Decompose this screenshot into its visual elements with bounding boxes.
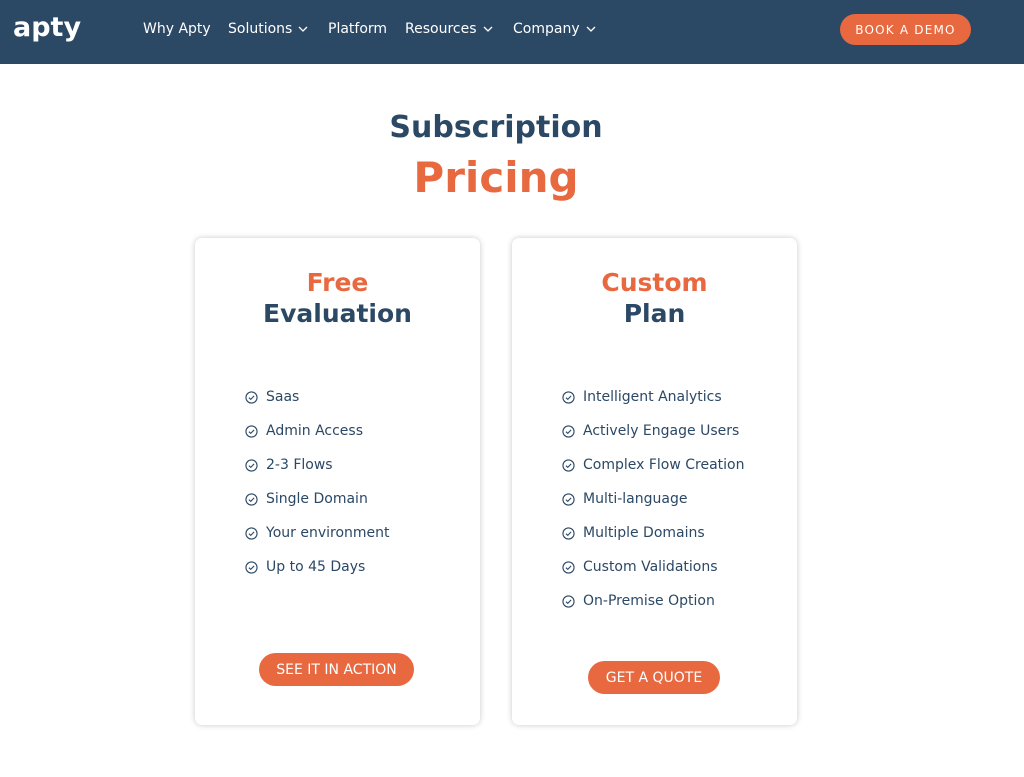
feature-label: 2-3 Flows bbox=[266, 457, 333, 473]
feature-item: On-Premise Option bbox=[562, 584, 745, 618]
section-title-accent: Pricing bbox=[413, 153, 579, 202]
feature-item: Complex Flow Creation bbox=[562, 448, 745, 482]
nav-item-label: Solutions bbox=[228, 21, 293, 37]
check-circle-icon bbox=[245, 492, 258, 506]
top-navigation-bar: apty Why Apty Solutions Platform Resourc… bbox=[0, 0, 1024, 64]
feature-label: On-Premise Option bbox=[583, 593, 715, 609]
feature-item: Up to 45 Days bbox=[245, 550, 390, 584]
check-circle-icon bbox=[562, 560, 575, 574]
nav-item-label: Platform bbox=[328, 21, 388, 37]
feature-label: Multiple Domains bbox=[583, 525, 705, 541]
section-title: Subscription bbox=[389, 110, 603, 145]
check-circle-icon bbox=[245, 458, 258, 472]
check-circle-icon bbox=[245, 526, 258, 540]
feature-item: Admin Access bbox=[245, 414, 390, 448]
chevron-down-icon bbox=[483, 26, 492, 32]
feature-label: Actively Engage Users bbox=[583, 423, 740, 439]
feature-label: Multi-language bbox=[583, 491, 688, 507]
feature-item: Intelligent Analytics bbox=[562, 380, 745, 414]
plan-title-accent: Free bbox=[306, 268, 369, 297]
get-a-quote-button[interactable]: GET A QUOTE bbox=[588, 661, 720, 694]
nav-item-company[interactable]: Company bbox=[513, 21, 596, 37]
feature-item: 2-3 Flows bbox=[245, 448, 390, 482]
nav-item-solutions[interactable]: Solutions bbox=[228, 21, 308, 37]
feature-label: Custom Validations bbox=[583, 559, 718, 575]
feature-item: Single Domain bbox=[245, 482, 390, 516]
see-it-in-action-button[interactable]: SEE IT IN ACTION bbox=[259, 653, 414, 686]
check-circle-icon bbox=[562, 492, 575, 506]
feature-label: Up to 45 Days bbox=[266, 559, 366, 575]
feature-item: Saas bbox=[245, 380, 390, 414]
plan-title: Evaluation bbox=[263, 299, 412, 328]
feature-item: Multiple Domains bbox=[562, 516, 745, 550]
feature-item: Your environment bbox=[245, 516, 390, 550]
check-circle-icon bbox=[245, 560, 258, 574]
chevron-down-icon bbox=[298, 26, 308, 32]
check-circle-icon bbox=[245, 424, 258, 438]
check-circle-icon bbox=[562, 594, 575, 608]
feature-label: Your environment bbox=[266, 525, 390, 541]
feature-label: Single Domain bbox=[266, 491, 368, 507]
feature-label: Intelligent Analytics bbox=[583, 389, 722, 405]
feature-item: Custom Validations bbox=[562, 550, 745, 584]
book-a-demo-button[interactable]: BOOK A DEMO bbox=[840, 14, 971, 45]
feature-label: Complex Flow Creation bbox=[583, 457, 745, 473]
check-circle-icon bbox=[562, 424, 575, 438]
feature-item: Actively Engage Users bbox=[562, 414, 745, 448]
feature-label: Admin Access bbox=[266, 423, 363, 439]
feature-label: Saas bbox=[266, 389, 300, 405]
feature-item: Multi-language bbox=[562, 482, 745, 516]
check-circle-icon bbox=[245, 390, 258, 404]
check-circle-icon bbox=[562, 526, 575, 540]
nav-item-label: Resources bbox=[405, 21, 477, 37]
feature-list: Saas Admin Access 2-3 Flows Single Domai… bbox=[245, 380, 390, 584]
nav-item-platform[interactable]: Platform bbox=[328, 21, 387, 37]
check-circle-icon bbox=[562, 458, 575, 472]
plan-card-free-evaluation: Free Evaluation Saas Admin Access 2-3 Fl… bbox=[195, 238, 480, 725]
apty-logo[interactable]: apty bbox=[13, 12, 81, 43]
feature-list: Intelligent Analytics Actively Engage Us… bbox=[562, 380, 745, 618]
check-circle-icon bbox=[562, 390, 575, 404]
nav-item-label: Company bbox=[513, 21, 580, 37]
nav-item-resources[interactable]: Resources bbox=[405, 21, 493, 37]
plan-card-custom-plan: Custom Plan Intelligent Analytics Active… bbox=[512, 238, 797, 725]
plan-title-accent: Custom bbox=[601, 268, 708, 297]
plan-title: Plan bbox=[623, 299, 686, 328]
nav-item-why-apty[interactable]: Why Apty bbox=[143, 21, 211, 37]
chevron-down-icon bbox=[586, 26, 596, 32]
nav-item-label: Why Apty bbox=[143, 21, 211, 37]
